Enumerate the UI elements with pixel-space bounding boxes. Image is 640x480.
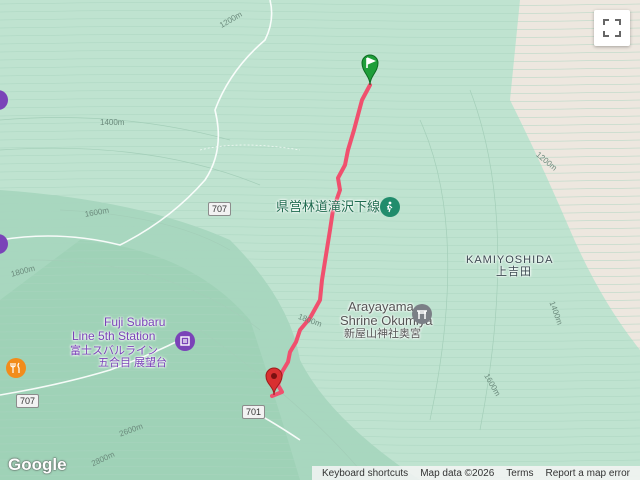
- area-label-en: KAMIYOSHIDA: [466, 254, 554, 266]
- fullscreen-button[interactable]: [594, 10, 630, 46]
- shrine-icon[interactable]: [412, 304, 432, 324]
- attribution-bar: Keyboard shortcuts Map data ©2026 Terms …: [312, 466, 640, 480]
- google-logo[interactable]: Google: [8, 455, 67, 475]
- terms-link[interactable]: Terms: [500, 468, 539, 479]
- hiking-icon[interactable]: [380, 197, 400, 217]
- map-canvas[interactable]: [0, 0, 640, 480]
- restaurant-icon[interactable]: [6, 358, 26, 378]
- keyboard-shortcuts-link[interactable]: Keyboard shortcuts: [316, 468, 414, 479]
- elevation-label: 1400m: [100, 118, 125, 127]
- station-label-en-1[interactable]: Fuji Subaru: [104, 315, 165, 329]
- station-label-ja-1[interactable]: 富士スバルライン: [70, 345, 158, 357]
- shrine-label-ja[interactable]: 新屋山神社奥宮: [344, 328, 421, 340]
- map-data-link[interactable]: Map data ©2026: [414, 468, 500, 479]
- forest-road-label[interactable]: 県営林道滝沢下線: [276, 199, 380, 214]
- route-sign: 707: [16, 394, 40, 408]
- area-label-ja: 上吉田: [496, 266, 532, 278]
- route-sign: 701: [242, 405, 266, 419]
- report-map-error-link[interactable]: Report a map error: [540, 468, 636, 479]
- station-label-en-2[interactable]: Line 5th Station: [72, 329, 155, 343]
- fullscreen-icon: [603, 19, 621, 37]
- start-flag-icon[interactable]: [360, 52, 380, 91]
- station-icon[interactable]: [175, 331, 195, 351]
- station-label-ja-2[interactable]: 五合目 展望台: [98, 357, 167, 369]
- route-sign: 707: [208, 202, 232, 216]
- end-pin-icon[interactable]: [264, 366, 284, 401]
